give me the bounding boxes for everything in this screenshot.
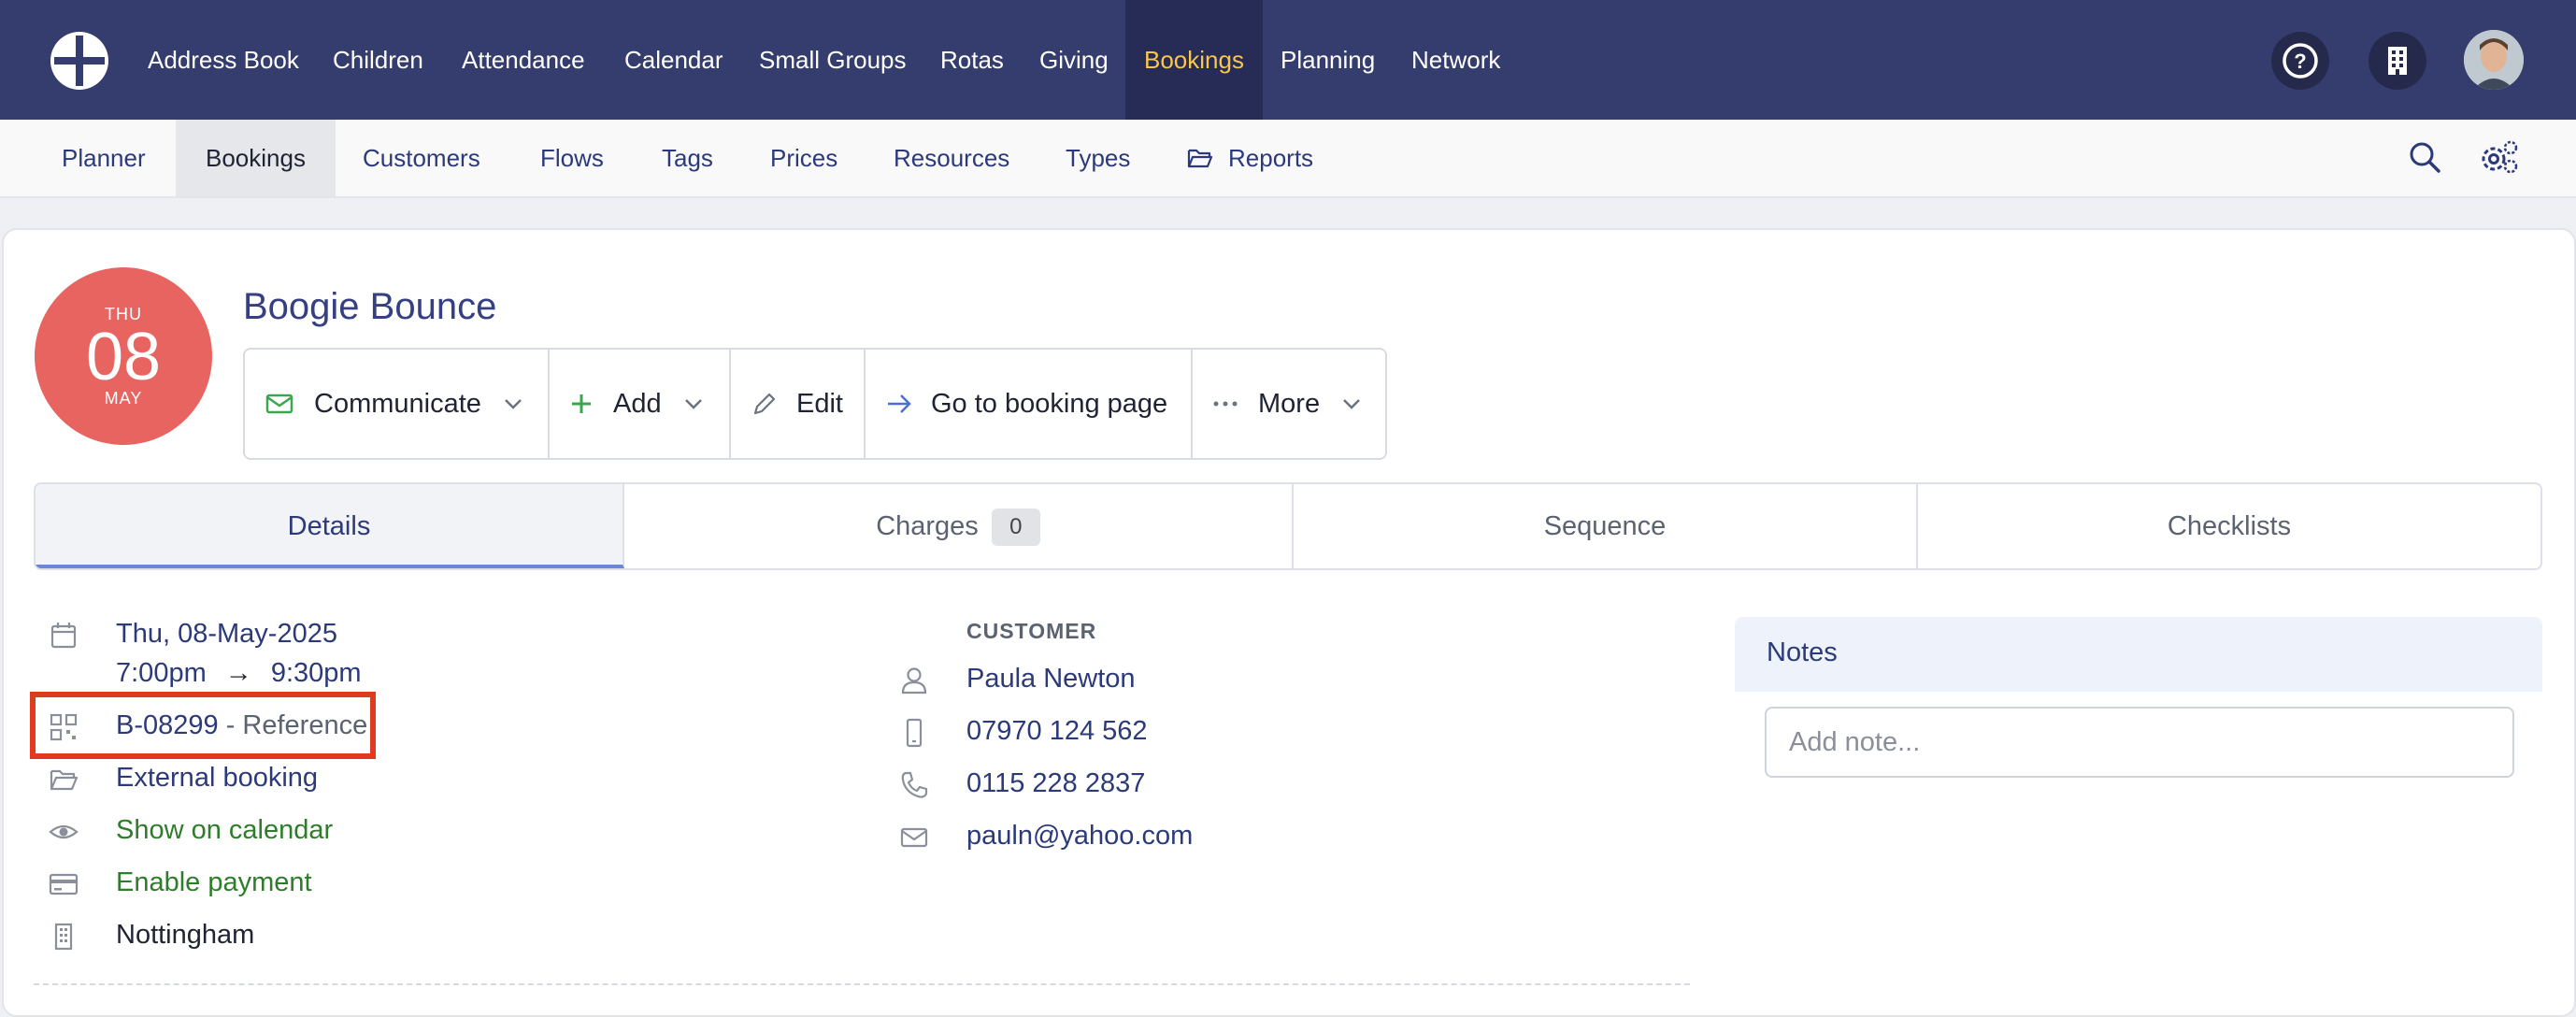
pencil-icon	[753, 393, 776, 415]
nav-children[interactable]: Children	[333, 0, 423, 120]
nav-address-book[interactable]: Address Book	[148, 0, 299, 120]
eye-icon	[49, 824, 79, 839]
customer-mobile[interactable]: 07970 124 562	[966, 716, 1148, 747]
subnav-types[interactable]: Types	[1066, 120, 1130, 196]
more-button[interactable]: More	[1193, 350, 1385, 458]
enable-payment-link[interactable]: Enable payment	[116, 867, 312, 898]
nav-bookings[interactable]: Bookings	[1125, 0, 1263, 120]
subnav-bookings[interactable]: Bookings	[176, 120, 336, 196]
booking-title: Boogie Bounce	[243, 286, 497, 327]
booking-start-time: 7:00pm	[116, 658, 207, 688]
booking-date[interactable]: Thu, 08-May-2025	[116, 619, 337, 650]
building-icon	[54, 923, 73, 951]
search-icon[interactable]	[2408, 140, 2441, 174]
plus-icon	[572, 394, 591, 413]
nav-planning[interactable]: Planning	[1281, 0, 1375, 120]
notes-title: Notes	[1767, 637, 1838, 667]
go-to-booking-page-label: Go to booking page	[931, 388, 1168, 419]
tab-details[interactable]: Details	[36, 484, 624, 568]
mobile-phone-icon	[906, 718, 923, 748]
credit-card-icon	[49, 873, 79, 895]
subnav-tags[interactable]: Tags	[662, 120, 713, 196]
communicate-label: Communicate	[314, 388, 481, 419]
tab-charges-label: Charges	[876, 511, 979, 541]
subnav-flows[interactable]: Flows	[540, 120, 604, 196]
calendar-icon	[50, 623, 77, 649]
nav-rotas[interactable]: Rotas	[940, 0, 1004, 120]
add-label: Add	[613, 388, 662, 419]
subnav-reports[interactable]: Reports	[1187, 120, 1313, 196]
arrow-right-icon	[888, 394, 911, 413]
edit-button[interactable]: Edit	[731, 350, 866, 458]
tab-charges[interactable]: Charges 0	[624, 484, 1294, 568]
date-badge-day: 08	[85, 320, 162, 394]
add-note-input[interactable]	[1765, 707, 2514, 778]
chevron-down-icon	[505, 399, 522, 409]
subnav-planner[interactable]: Planner	[62, 120, 146, 196]
section-divider	[34, 983, 1690, 985]
chevron-down-icon	[684, 399, 702, 409]
top-navigation: Address Book Children Attendance Calenda…	[0, 0, 2576, 120]
booking-time[interactable]: 7:00pm → 9:30pm	[116, 658, 362, 689]
nav-calendar[interactable]: Calendar	[624, 0, 723, 120]
phone-icon	[901, 771, 928, 798]
subnav-resources[interactable]: Resources	[894, 120, 1009, 196]
chevron-down-icon	[1343, 399, 1360, 409]
communicate-button[interactable]: Communicate	[245, 350, 550, 458]
app-logo-icon[interactable]	[49, 30, 110, 92]
ellipsis-icon	[1213, 401, 1238, 407]
subnav-prices[interactable]: Prices	[770, 120, 837, 196]
time-arrow: →	[224, 658, 252, 688]
date-badge: THU 08 MAY	[35, 267, 212, 445]
booking-end-time: 9:30pm	[270, 658, 362, 688]
user-avatar[interactable]	[2464, 30, 2524, 90]
folder-open-icon	[1187, 149, 1213, 168]
edit-label: Edit	[796, 388, 843, 419]
booking-action-bar: Communicate Add Edit Go to booking page …	[243, 348, 1387, 460]
subnav-customers[interactable]: Customers	[363, 120, 480, 196]
booking-tabs: Details Charges 0 Sequence Checklists	[34, 482, 2542, 570]
sub-navigation: Planner Bookings Customers Flows Tags Pr…	[0, 120, 2576, 198]
subnav-reports-label: Reports	[1228, 144, 1314, 172]
customer-phone[interactable]: 0115 228 2837	[966, 768, 1145, 799]
add-button[interactable]: Add	[550, 350, 731, 458]
nav-small-groups[interactable]: Small Groups	[759, 0, 907, 120]
envelope-icon	[265, 394, 293, 414]
nav-attendance[interactable]: Attendance	[462, 0, 585, 120]
customer-section-label: CUSTOMER	[966, 619, 1097, 643]
booking-folder[interactable]: External booking	[116, 763, 318, 794]
folder-open-icon	[50, 769, 79, 791]
nav-network[interactable]: Network	[1411, 0, 1500, 120]
user-icon	[901, 667, 927, 695]
settings-gears-icon[interactable]	[2479, 138, 2520, 176]
customer-email[interactable]: pauln@yahoo.com	[966, 821, 1193, 852]
envelope-icon	[900, 827, 928, 848]
charges-count-badge: 0	[991, 508, 1040, 547]
show-on-calendar-link[interactable]: Show on calendar	[116, 815, 333, 846]
notes-header: Notes	[1735, 617, 2542, 692]
svg-text:?: ?	[2294, 50, 2306, 73]
customer-name[interactable]: Paula Newton	[966, 664, 1136, 695]
date-badge-month: MAY	[104, 389, 143, 408]
building-icon[interactable]	[2368, 32, 2426, 90]
more-label: More	[1258, 388, 1321, 419]
tab-sequence[interactable]: Sequence	[1294, 484, 1918, 568]
nav-giving[interactable]: Giving	[1039, 0, 1109, 120]
help-icon[interactable]: ?	[2271, 32, 2329, 90]
booking-location: Nottingham	[116, 920, 255, 950]
reference-highlight-box	[30, 692, 376, 759]
go-to-booking-page-button[interactable]: Go to booking page	[866, 350, 1193, 458]
tab-checklists[interactable]: Checklists	[1918, 484, 2540, 568]
